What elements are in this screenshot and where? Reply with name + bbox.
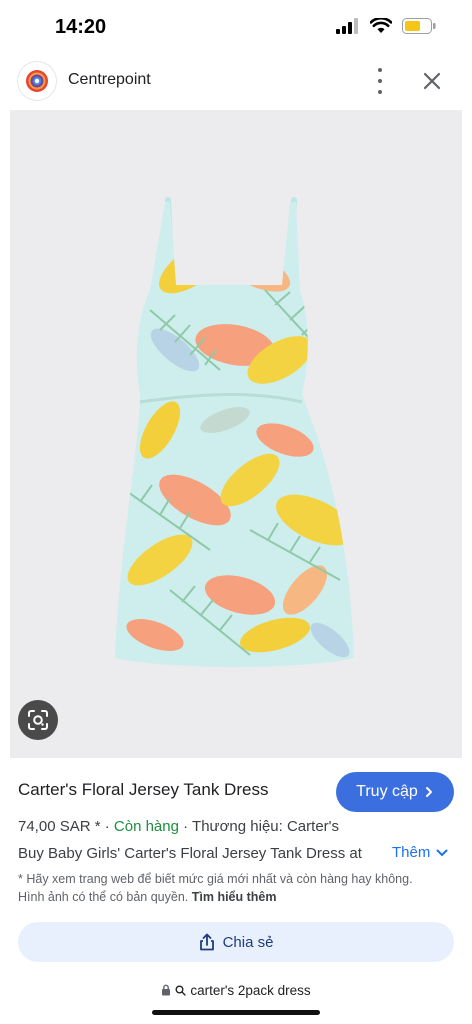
lock-icon <box>162 984 171 996</box>
address-bar[interactable]: carter's 2pack dress <box>0 976 472 1004</box>
more-label: Thêm <box>392 844 431 861</box>
stock-status: Còn hàng <box>113 818 179 835</box>
search-query: carter's 2pack dress <box>190 982 311 998</box>
brand: Thương hiệu: Carter's <box>192 818 340 835</box>
centrepoint-logo[interactable] <box>18 62 56 100</box>
site-name[interactable]: Centrepoint <box>68 71 151 89</box>
more-vert-icon[interactable] <box>372 68 388 94</box>
more-button[interactable]: Thêm <box>392 844 448 861</box>
search-icon <box>175 985 187 996</box>
battery-icon <box>402 18 436 34</box>
price: 74,00 SAR * <box>18 818 101 835</box>
visit-button-label: Truy cập <box>356 783 418 800</box>
separator: · <box>183 818 189 835</box>
signal-icon <box>336 18 358 34</box>
google-lens-icon[interactable] <box>18 700 58 740</box>
wifi-icon <box>370 18 392 33</box>
share-button[interactable]: Chia sẻ <box>18 922 454 962</box>
disclaimer-note: * Hãy xem trang web để biết mức giá mới … <box>18 870 428 906</box>
share-icon <box>199 933 214 951</box>
result-header: Centrepoint <box>0 58 472 108</box>
chevron-down-icon <box>436 849 448 856</box>
close-icon[interactable] <box>420 69 444 93</box>
centrepoint-logo-icon <box>26 70 48 92</box>
lens-glyph-icon <box>28 710 48 730</box>
visit-button[interactable]: Truy cập <box>336 772 454 812</box>
product-image[interactable] <box>10 110 462 758</box>
product-title[interactable]: Carter's Floral Jersey Tank Dress <box>18 780 268 800</box>
status-bar: 14:20 <box>0 0 472 56</box>
product-description: Buy Baby Girls' Carter's Floral Jersey T… <box>18 845 362 862</box>
product-meta: 74,00 SAR * · Còn hàng · Thương hiệu: Ca… <box>18 818 339 835</box>
status-icons <box>336 18 436 34</box>
chevron-right-icon <box>425 787 432 797</box>
status-time: 14:20 <box>55 16 107 38</box>
share-label: Chia sẻ <box>222 933 274 951</box>
learn-more-link[interactable]: Tìm hiểu thêm <box>192 890 277 904</box>
separator: · <box>104 818 110 835</box>
home-indicator[interactable] <box>152 1010 320 1015</box>
dress-image <box>115 197 354 667</box>
